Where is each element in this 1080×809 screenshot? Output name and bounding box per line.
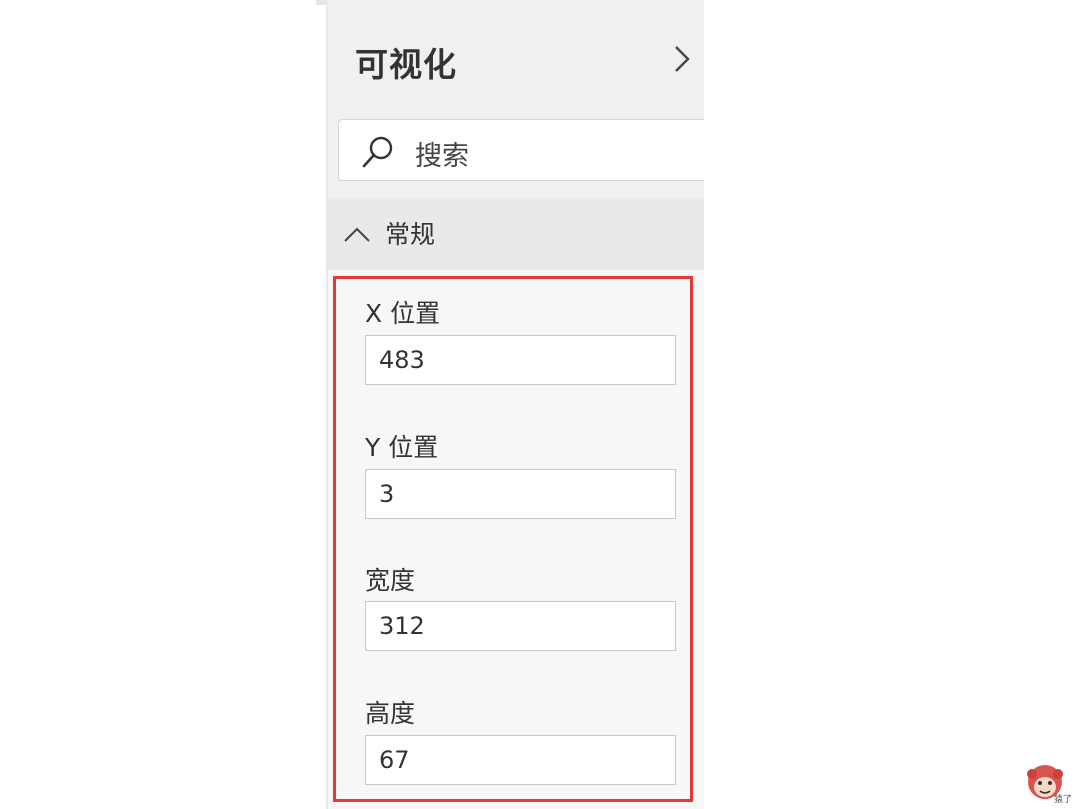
height-label: 高度 [365, 699, 416, 728]
width-input[interactable] [365, 601, 676, 651]
watermark-text: 猿了 [1054, 795, 1073, 805]
x-position-label: X 位置 [365, 299, 441, 328]
y-position-input[interactable] [365, 469, 676, 519]
search-icon [362, 136, 393, 168]
search-placeholder: 搜索 [415, 141, 469, 172]
panel-title: 可视化 [355, 45, 457, 84]
chevron-up-icon[interactable] [342, 222, 372, 246]
width-label: 宽度 [365, 566, 416, 595]
x-position-input[interactable] [365, 335, 676, 385]
chevron-right-icon[interactable] [664, 41, 700, 77]
height-input[interactable] [365, 735, 676, 785]
y-position-label: Y 位置 [365, 433, 439, 462]
section-label: 常规 [385, 220, 436, 249]
section-header-general[interactable]: 常规 [328, 198, 704, 270]
search-input[interactable]: 搜索 [338, 119, 704, 181]
